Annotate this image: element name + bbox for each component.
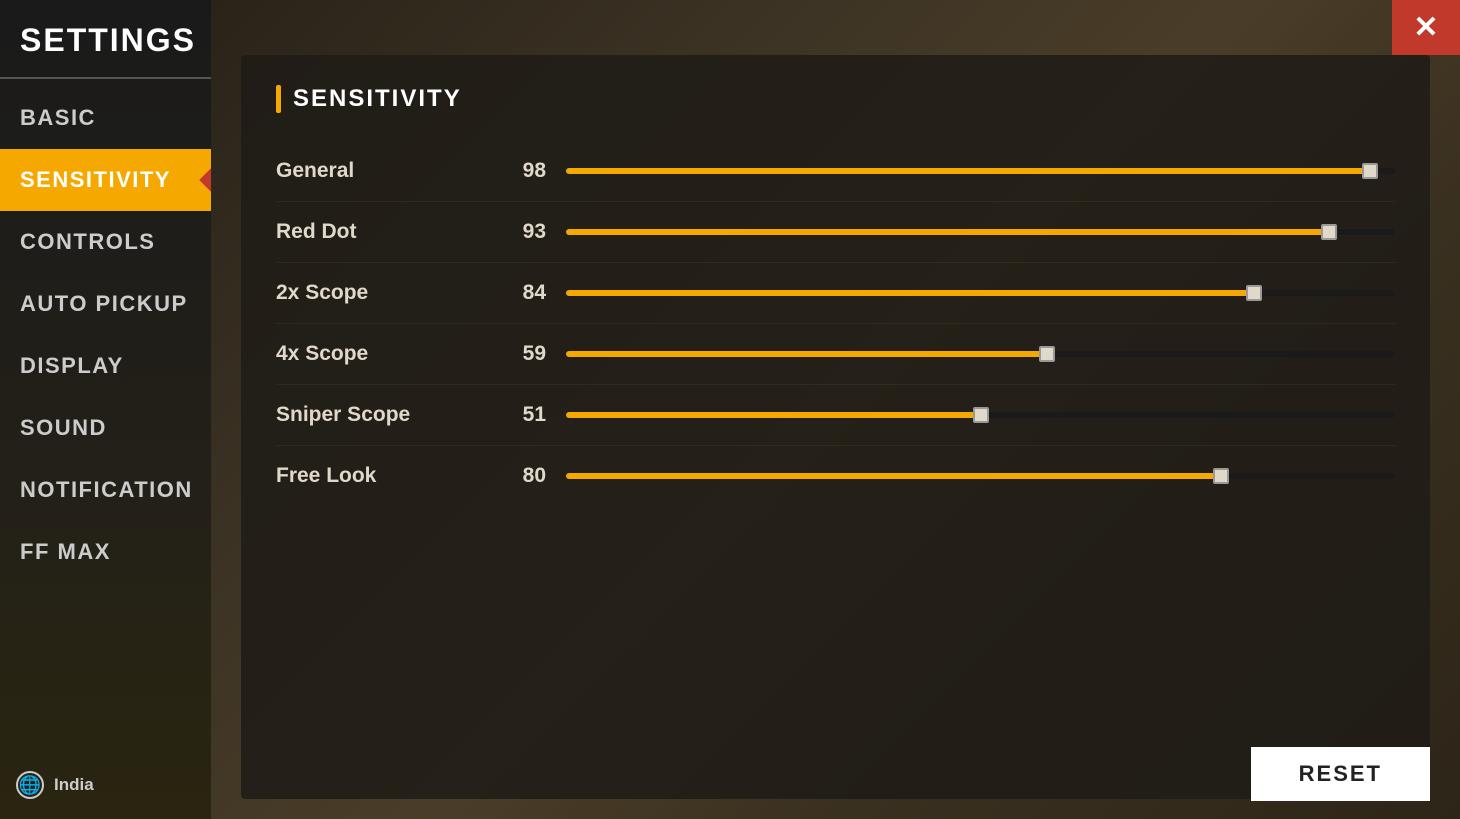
slider-track-general[interactable] — [566, 161, 1395, 181]
sidebar-item-controls[interactable]: CONTROLS — [0, 211, 211, 273]
slider-bg-red-dot — [566, 229, 1395, 235]
slider-label-general: General — [276, 159, 496, 183]
settings-title: SETTINGS — [0, 0, 211, 77]
section-title: SENSITIVITY — [293, 85, 462, 113]
slider-label-red-dot: Red Dot — [276, 220, 496, 244]
region-selector[interactable]: 🌐 India — [16, 771, 94, 799]
sidebar-item-sound[interactable]: SOUND — [0, 397, 211, 459]
slider-row-red-dot: Red Dot 93 — [276, 202, 1395, 263]
slider-bg-general — [566, 168, 1395, 174]
sidebar-item-sensitivity[interactable]: SENSITIVITY — [0, 149, 211, 211]
slider-thumb-4x-scope[interactable] — [1039, 346, 1055, 362]
slider-fill-general — [566, 168, 1370, 174]
slider-fill-sniper-scope — [566, 412, 981, 418]
slider-bg-2x-scope — [566, 290, 1395, 296]
slider-row-free-look: Free Look 80 — [276, 446, 1395, 506]
slider-row-4x-scope: 4x Scope 59 — [276, 324, 1395, 385]
slider-value-red-dot: 93 — [496, 220, 546, 244]
slider-bg-4x-scope — [566, 351, 1395, 357]
sidebar-item-ff-max[interactable]: FF MAX — [0, 521, 211, 583]
sidebar-item-display[interactable]: DISPLAY — [0, 335, 211, 397]
slider-track-red-dot[interactable] — [566, 222, 1395, 242]
slider-thumb-red-dot[interactable] — [1321, 224, 1337, 240]
slider-fill-red-dot — [566, 229, 1329, 235]
slider-value-general: 98 — [496, 159, 546, 183]
region-label: India — [54, 775, 94, 795]
slider-thumb-sniper-scope[interactable] — [973, 407, 989, 423]
slider-track-free-look[interactable] — [566, 466, 1395, 486]
close-button[interactable]: ✕ — [1392, 0, 1460, 55]
slider-track-4x-scope[interactable] — [566, 344, 1395, 364]
slider-value-sniper-scope: 51 — [496, 403, 546, 427]
settings-panel: SENSITIVITY General 98 Red Dot 93 — [241, 55, 1430, 799]
slider-label-free-look: Free Look — [276, 464, 496, 488]
slider-row-general: General 98 — [276, 141, 1395, 202]
close-icon: ✕ — [1413, 13, 1438, 43]
section-bar — [276, 85, 281, 113]
slider-thumb-free-look[interactable] — [1213, 468, 1229, 484]
slider-value-2x-scope: 84 — [496, 281, 546, 305]
slider-bg-free-look — [566, 473, 1395, 479]
main-content: ✕ SENSITIVITY General 98 Red Dot 93 — [211, 0, 1460, 819]
slider-fill-4x-scope — [566, 351, 1047, 357]
slider-thumb-2x-scope[interactable] — [1246, 285, 1262, 301]
slider-track-2x-scope[interactable] — [566, 283, 1395, 303]
slider-label-4x-scope: 4x Scope — [276, 342, 496, 366]
slider-bg-sniper-scope — [566, 412, 1395, 418]
sidebar: SETTINGS BASIC SENSITIVITY CONTROLS AUTO… — [0, 0, 211, 819]
sidebar-item-basic[interactable]: BASIC — [0, 87, 211, 149]
reset-button[interactable]: RESET — [1251, 747, 1430, 801]
sidebar-divider — [0, 77, 211, 79]
slider-thumb-general[interactable] — [1362, 163, 1378, 179]
globe-icon: 🌐 — [16, 771, 44, 799]
slider-row-sniper-scope: Sniper Scope 51 — [276, 385, 1395, 446]
slider-label-2x-scope: 2x Scope — [276, 281, 496, 305]
slider-value-4x-scope: 59 — [496, 342, 546, 366]
slider-track-sniper-scope[interactable] — [566, 405, 1395, 425]
slider-fill-free-look — [566, 473, 1221, 479]
slider-fill-2x-scope — [566, 290, 1254, 296]
sidebar-item-notification[interactable]: NOTIFICATION — [0, 459, 211, 521]
slider-label-sniper-scope: Sniper Scope — [276, 403, 496, 427]
sidebar-item-auto-pickup[interactable]: AUTO PICKUP — [0, 273, 211, 335]
slider-row-2x-scope: 2x Scope 84 — [276, 263, 1395, 324]
slider-value-free-look: 80 — [496, 464, 546, 488]
section-header: SENSITIVITY — [276, 85, 1395, 113]
